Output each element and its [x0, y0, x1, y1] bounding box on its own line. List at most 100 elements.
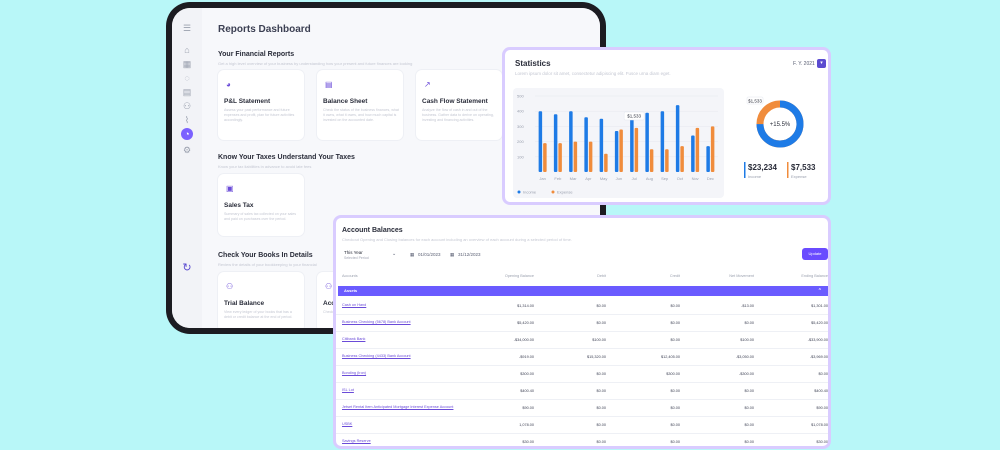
table-cell: $1,301.00 — [811, 304, 828, 308]
table-cell: $90.00 — [522, 406, 534, 410]
statistics-title: Statistics — [515, 59, 551, 68]
legend-swatch — [517, 190, 521, 194]
table-cell: $0.00 — [596, 389, 606, 393]
statistics-subtitle: Lorem ipsum dolor sit amet, consectetur … — [515, 71, 671, 76]
table-row: Bonding (Iron) $300.00 $0.00 $300.00 -$300.0… — [336, 366, 828, 383]
column-header[interactable]: Opening Balance — [505, 274, 534, 278]
group-row-assets[interactable]: Assets ⌃ — [338, 286, 828, 296]
table-cell: -$34,000.00 — [513, 338, 534, 342]
table-cell: $100.00 — [592, 338, 606, 342]
y-tick-label: 400 — [517, 109, 524, 114]
date-to-input[interactable]: 31/12/2023 — [458, 252, 481, 257]
table-cell: $0.00 — [596, 406, 606, 410]
section-title-financial: Your Financial Reports — [218, 51, 295, 58]
grid-icon[interactable]: ▦ — [181, 58, 193, 70]
x-tick-label: Jul — [632, 176, 637, 181]
table-cell: $30.00 — [816, 440, 828, 444]
column-header[interactable]: Credit — [670, 274, 680, 278]
account-balances-panel: Account Balances Checkout Opening and Cl… — [333, 215, 831, 449]
table-cell: $0.00 — [670, 338, 680, 342]
column-header[interactable]: Net Movement — [729, 274, 754, 278]
account-link[interactable]: Cash on Hand — [342, 303, 366, 308]
table-cell: $1,314.00 — [517, 304, 534, 308]
account-link[interactable]: ISL Lot — [342, 388, 354, 393]
table-cell: $0.00 — [744, 389, 754, 393]
column-header[interactable]: Debit — [597, 274, 606, 278]
donut-tooltip-label: $1,533 — [748, 99, 762, 104]
table-cell: $5,420.00 — [517, 321, 534, 325]
donut-chart: +15.5% $1,533 $23,234 Income $7,533 Expe… — [744, 96, 816, 179]
column-header[interactable]: Ending Balance — [801, 274, 828, 278]
card-title: Trial Balance — [224, 300, 265, 307]
menu-icon[interactable]: ☰ — [181, 22, 193, 34]
table-cell: 1,078.00 — [519, 423, 534, 427]
reports-icon[interactable]: ◔ — [181, 128, 193, 140]
table-cell: $0.00 — [670, 440, 680, 444]
account-link[interactable]: Savings Reserve — [342, 439, 371, 444]
table-cell: $15,320.00 — [586, 355, 606, 359]
table-cell: $0.00 — [596, 304, 606, 308]
x-tick-label: May — [600, 176, 608, 181]
bar-income — [569, 111, 573, 172]
section-title-taxes: Know Your Taxes Understand Your Taxes — [218, 154, 355, 161]
card-desc: View every ledger of your books that has… — [224, 310, 293, 319]
table-cell: -$3,969.00 — [809, 355, 828, 359]
bar-income — [660, 111, 665, 172]
account-link[interactable]: Business Checking (5678) Bank Account — [342, 320, 411, 325]
column-header[interactable]: Accounts — [342, 274, 358, 278]
table-cell: -$3,050.00 — [735, 355, 754, 359]
account-link[interactable]: Jetset Rental Item Anticipated Mortgage … — [342, 405, 453, 410]
card-balance-sheet[interactable]: ▤ Balance Sheet Check the status of the … — [317, 70, 403, 140]
table-cell: $12,405.00 — [660, 355, 680, 359]
card-desc: Analyze the flow of cash in and out of t… — [422, 108, 494, 122]
card-title: Sales Tax — [224, 202, 254, 209]
card-trial-balance[interactable]: ⚇ Trial Balance View every ledger of you… — [218, 272, 304, 328]
card-sales-tax[interactable]: ▣ Sales Tax Summary of sales tax collect… — [218, 174, 304, 236]
update-button[interactable]: Update — [802, 248, 828, 260]
table-row: Citibank Bank -$34,000.00 $100.00 $0.00 $100… — [336, 332, 828, 349]
x-tick-label: Apr — [585, 176, 592, 181]
doc-icon[interactable]: ▤ — [181, 86, 193, 98]
legend-label: Income — [523, 190, 537, 195]
account-link[interactable]: USBK — [342, 422, 352, 427]
table-cell: $1,078.00 — [811, 423, 828, 427]
table-cell: -$13.00 — [741, 304, 754, 308]
card-desc: Summary of sales tax collected on your s… — [224, 212, 297, 221]
section-subtitle-financial: Get a high level overview of your busine… — [218, 61, 413, 66]
card-pl-statement[interactable]: ◕ P&L Statement Assess your past perform… — [218, 70, 304, 140]
card-desc: Check the status of the business finance… — [323, 108, 399, 122]
pie-chart-icon: ◕ — [226, 80, 231, 89]
table-cell: $100.00 — [740, 338, 754, 342]
income-marker — [744, 162, 746, 178]
account-link[interactable]: Citibank Bank — [342, 337, 365, 342]
bar-expense — [695, 127, 700, 172]
bar-income — [645, 112, 649, 172]
trend-icon: ↗ — [424, 80, 431, 89]
account-link[interactable]: Business Checking (4433) Bank Account — [342, 354, 411, 359]
bar-income — [553, 114, 558, 172]
chart-icon[interactable]: ⌇ — [181, 114, 193, 126]
settings-icon[interactable]: ⚙ — [181, 144, 193, 156]
table-cell: $0.00 — [670, 423, 680, 427]
table-cell: $0.00 — [596, 372, 606, 376]
home-icon[interactable]: ⌂ — [181, 44, 193, 56]
account-link[interactable]: Bonding (Iron) — [342, 371, 366, 376]
expense-marker — [787, 162, 789, 178]
account-balances-title: Account Balances — [342, 227, 403, 234]
chevron-down-icon[interactable]: ⌄ — [392, 251, 396, 257]
date-from-input[interactable]: 01/01/2023 — [418, 252, 441, 257]
card-cash-flow[interactable]: ↗ Cash Flow Statement Analyze the flow o… — [416, 70, 502, 140]
table-row: ISL Lot $400.40 $0.00 $0.00 $0.00 $400.40 — [336, 383, 828, 400]
table-cell: -$919.00 — [519, 355, 534, 359]
table-cell: -$33,900.00 — [807, 338, 828, 342]
users-icon[interactable]: ⚇ — [181, 100, 193, 112]
users-icon: ⚇ — [226, 282, 234, 291]
y-tick-label: 200 — [517, 139, 524, 144]
chat-icon[interactable]: ◌ — [181, 72, 193, 84]
chart-tooltip-label: $1,533 — [627, 114, 641, 119]
table-cell: $400.40 — [520, 389, 534, 393]
period-select[interactable]: This Year — [344, 250, 363, 255]
chevron-up-icon[interactable]: ⌃ — [818, 286, 822, 296]
fiscal-year-dropdown[interactable]: ▾ — [817, 59, 826, 68]
table-cell: $0.00 — [596, 423, 606, 427]
